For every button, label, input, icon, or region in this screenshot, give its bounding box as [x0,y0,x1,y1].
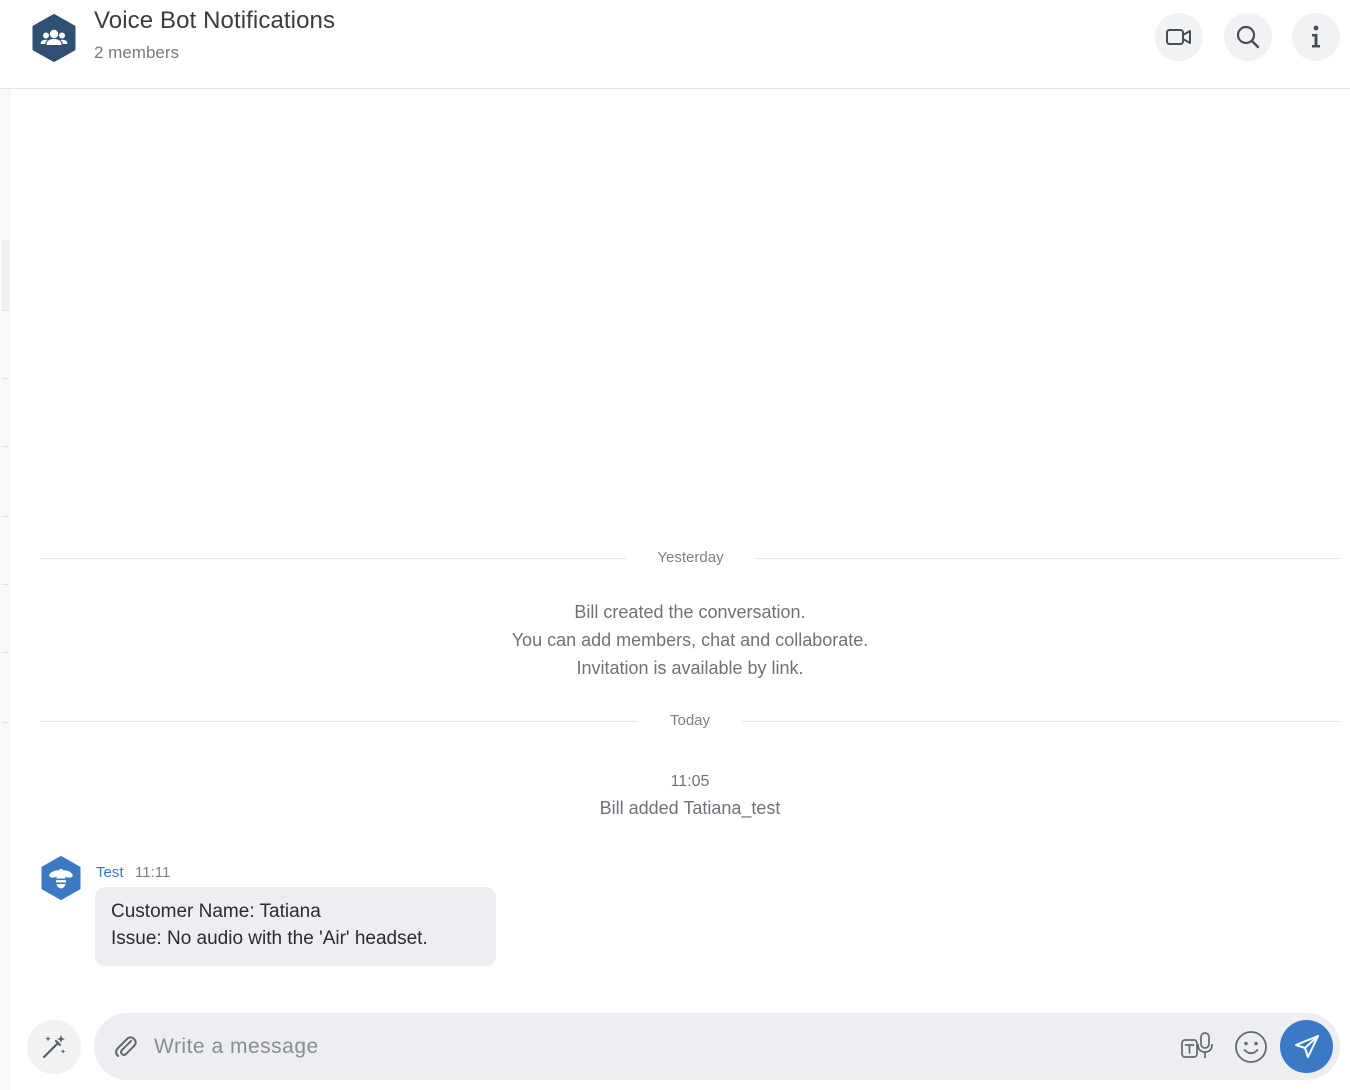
emoji-icon [1235,1031,1267,1063]
message-line: Customer Name: Tatiana [111,901,321,922]
emoji-button[interactable] [1234,1030,1268,1064]
sidebar-separator [2,310,8,311]
chat-title: Voice Bot Notifications [94,7,336,34]
chat-header: Voice Bot Notifications 2 members [0,0,1350,89]
search-icon [1236,25,1260,49]
date-label-today: Today [669,712,711,729]
system-message: Bill created the conversation. [574,602,806,622]
date-divider-line [40,558,626,559]
member-count[interactable]: 2 members [94,43,179,63]
video-camera-icon [1166,29,1191,45]
sidebar-active-tab[interactable] [2,240,9,310]
group-avatar[interactable] [31,14,77,62]
message-bubble[interactable]: Customer Name: Tatiana Issue: No audio w… [95,887,496,966]
video-call-button[interactable] [1155,13,1203,61]
date-divider-line [755,558,1340,559]
bee-icon [41,856,81,900]
search-button[interactable] [1224,13,1272,61]
info-button[interactable] [1292,13,1340,61]
system-message: Invitation is available by link. [576,658,804,678]
date-divider-line [40,721,638,722]
magic-wand-icon [43,1035,66,1058]
ai-assist-button[interactable] [27,1020,81,1074]
send-icon [1294,1034,1319,1058]
date-divider-line [742,721,1340,722]
sidebar-separator [2,446,8,447]
message-composer [94,1013,1340,1080]
message-author[interactable]: Test [96,864,124,881]
sidebar-separator [2,652,8,653]
message-input[interactable] [154,1027,1164,1067]
sidebar-separator [2,378,8,379]
sidebar-separator [2,516,8,517]
message-time: 11:11 [135,864,171,881]
system-message: You can add members, chat and collaborat… [511,630,869,650]
sidebar-separator [2,584,8,585]
sidebar-edge [0,88,10,1090]
sidebar-separator [2,722,8,723]
group-icon [32,14,76,62]
send-button[interactable] [1280,1020,1333,1073]
event-time: 11:05 [670,773,710,790]
speech-to-text-icon [1181,1032,1213,1058]
info-icon [1312,25,1320,48]
message-line: Issue: No audio with the 'Air' headset. [111,928,428,949]
speech-to-text-button[interactable] [1180,1030,1216,1064]
paperclip-icon [115,1036,137,1057]
date-label-yesterday: Yesterday [657,549,724,566]
author-avatar[interactable] [40,856,82,900]
system-event: Bill added Tatiana_test [599,798,781,818]
attach-button[interactable] [112,1033,140,1061]
